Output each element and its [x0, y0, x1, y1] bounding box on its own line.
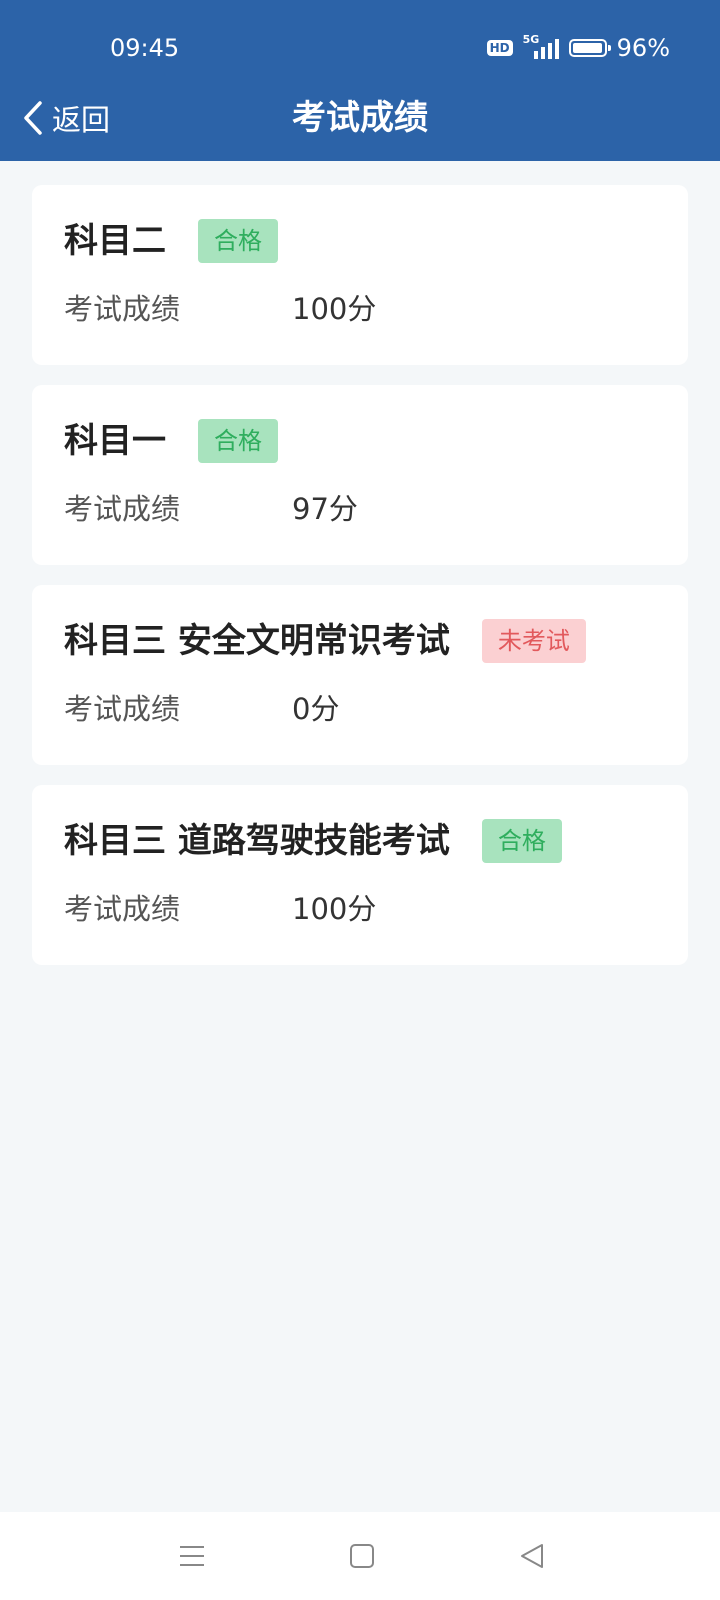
result-card[interactable]: 科目一 合格 考试成绩 97分	[32, 385, 688, 565]
status-time: 09:45	[110, 34, 180, 62]
score-value: 100分	[292, 292, 377, 326]
score-value: 0分	[292, 692, 340, 726]
score-value: 100分	[292, 892, 377, 926]
app-header: 09:45 HD 5G 96% 返回 考试成绩	[0, 0, 720, 161]
score-label: 考试成绩	[64, 492, 181, 526]
status-badge: 未考试	[481, 619, 586, 663]
score-label: 考试成绩	[64, 892, 181, 926]
status-icons: HD 5G 96%	[486, 32, 670, 64]
result-card[interactable]: 科目二 合格 考试成绩 100分	[32, 185, 688, 365]
system-nav-bar	[0, 1512, 720, 1600]
status-badge: 合格	[198, 419, 278, 463]
hd-icon: HD	[486, 40, 513, 56]
result-card[interactable]: 科目三 安全文明常识考试 未考试 考试成绩 0分	[32, 585, 688, 765]
status-badge: 合格	[198, 219, 278, 263]
result-card[interactable]: 科目三 道路驾驶技能考试 合格 考试成绩 100分	[32, 785, 688, 965]
battery-percent: 96%	[616, 34, 670, 62]
signal-icon: 5G	[523, 33, 559, 61]
back-triangle-icon[interactable]	[510, 1534, 554, 1578]
score-value: 97分	[292, 492, 358, 526]
subject-title: 科目三 安全文明常识考试	[64, 621, 450, 661]
subject-title: 科目三 道路驾驶技能考试	[64, 821, 450, 861]
home-square-icon[interactable]	[340, 1534, 384, 1578]
status-badge: 合格	[481, 819, 562, 863]
score-label: 考试成绩	[64, 292, 181, 326]
subject-title: 科目一	[64, 421, 166, 461]
results-list: 科目二 合格 考试成绩 100分 科目一 合格 考试成绩 97分 科目三 安全文…	[32, 185, 688, 985]
page-title: 考试成绩	[292, 98, 428, 138]
subject-title: 科目二	[64, 221, 166, 261]
score-label: 考试成绩	[64, 692, 181, 726]
battery-icon	[568, 39, 611, 57]
menu-icon[interactable]	[170, 1534, 214, 1578]
